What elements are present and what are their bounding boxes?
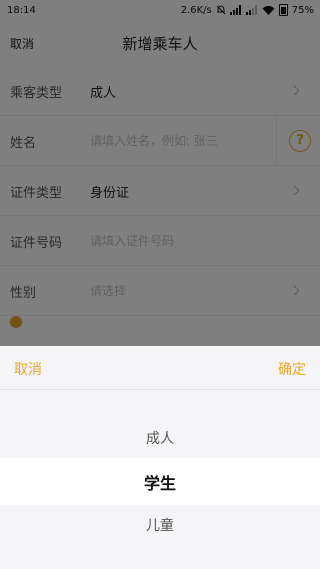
passenger-type-picker-sheet: 取消 确定 成人 学生 儿童: [0, 346, 320, 569]
picker-option[interactable]: 成人: [0, 428, 320, 448]
picker-toolbar: 取消 确定: [0, 346, 320, 390]
picker-option[interactable]: 儿童: [0, 515, 320, 535]
picker-option-selected[interactable]: 学生: [0, 470, 320, 494]
picker-cancel-button[interactable]: 取消: [14, 359, 42, 379]
modal-overlay[interactable]: [0, 0, 320, 346]
picker-confirm-button[interactable]: 确定: [278, 359, 306, 379]
picker-wheel[interactable]: 成人 学生 儿童: [0, 391, 320, 569]
